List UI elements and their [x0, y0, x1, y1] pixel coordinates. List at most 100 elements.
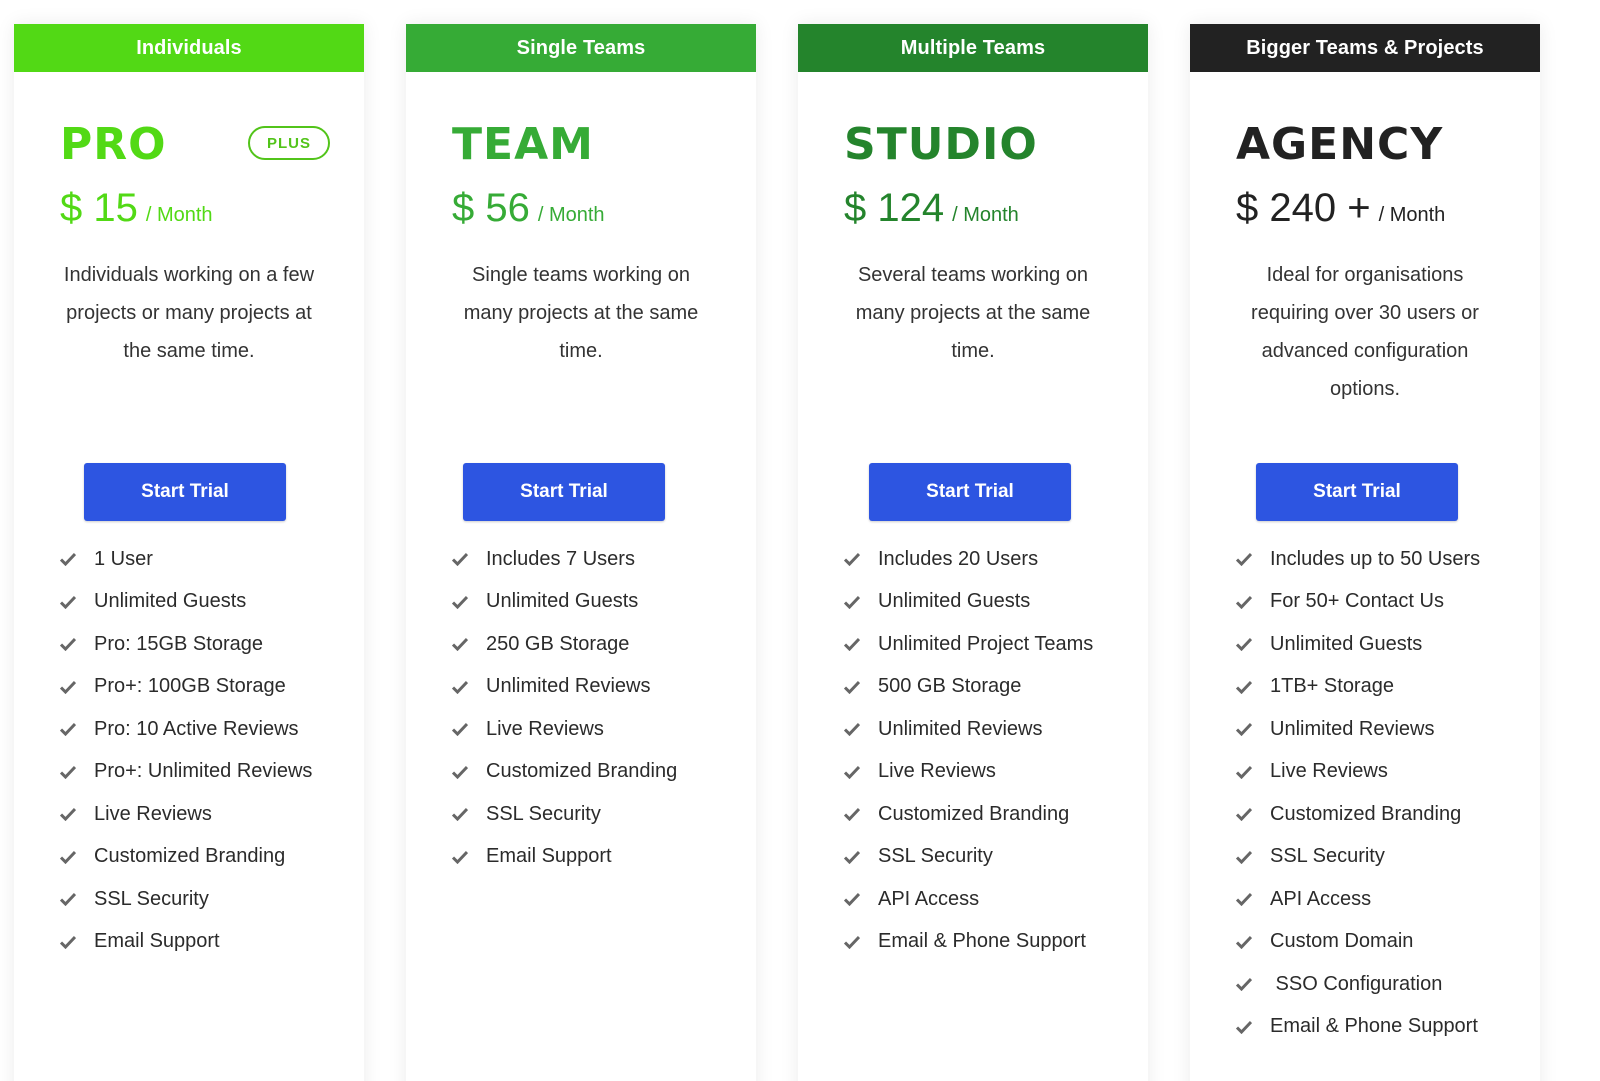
feature-label: SSL Security — [878, 845, 993, 868]
plan-name: TEAM — [452, 119, 594, 170]
feature-item: SSO Configuration — [1236, 963, 1480, 1006]
feature-item: Live Reviews — [452, 708, 677, 751]
check-icon — [60, 722, 76, 737]
price-amount: $ 56 — [452, 186, 530, 230]
feature-list: Includes 7 Users Unlimited Guests 250 GB… — [452, 538, 677, 878]
check-icon — [60, 637, 76, 652]
feature-label: Pro: 10 Active Reviews — [94, 717, 299, 740]
plan-category-header: Single Teams — [406, 24, 756, 72]
feature-item: Includes up to 50 Users — [1236, 538, 1480, 581]
feature-label: 500 GB Storage — [878, 675, 1022, 698]
plan-description: Several teams working on many projects a… — [855, 264, 1091, 362]
check-icon — [1236, 637, 1252, 652]
start-trial-button[interactable]: Start Trial — [463, 463, 665, 521]
check-icon — [844, 595, 860, 609]
feature-item: SSL Security — [1236, 836, 1480, 879]
feature-label: 250 GB Storage — [486, 632, 630, 655]
feature-list: Includes up to 50 Users For 50+ Contact … — [1236, 538, 1480, 1048]
check-icon — [1236, 1020, 1252, 1034]
feature-item: Unlimited Guests — [1236, 623, 1480, 666]
feature-item: Pro: 15GB Storage — [60, 623, 312, 666]
feature-item: Customized Branding — [60, 836, 312, 879]
feature-item: Email Support — [60, 921, 312, 964]
plan-description: Single teams working on many projects at… — [463, 264, 699, 362]
feature-label: API Access — [878, 887, 980, 910]
feature-item: Customized Branding — [844, 793, 1093, 836]
feature-label: Customized Branding — [94, 845, 286, 868]
feature-label: Unlimited Guests — [94, 590, 247, 613]
feature-item: Live Reviews — [844, 751, 1093, 794]
feature-label: Pro+: 100GB Storage — [94, 675, 286, 698]
feature-item: Unlimited Reviews — [844, 708, 1093, 751]
price-row: $ 240 + / Month — [1236, 186, 1445, 231]
plan-card-team: Single Teams TEAM $ 56 / Month Single te… — [406, 24, 756, 1081]
check-icon — [844, 680, 860, 694]
check-icon — [452, 850, 468, 864]
check-icon — [60, 807, 76, 822]
feature-label: Customized Branding — [878, 802, 1070, 825]
check-icon — [1236, 935, 1252, 949]
check-icon — [1236, 807, 1252, 822]
check-icon — [60, 595, 76, 609]
feature-item: Pro+: 100GB Storage — [60, 666, 312, 709]
feature-label: Email Support — [94, 930, 220, 953]
plan-card-pro: Individuals PRO PLUS $ 15 / Month Indivi… — [14, 24, 364, 1081]
feature-label: Live Reviews — [94, 802, 212, 825]
feature-label: Custom Domain — [1270, 930, 1414, 953]
check-icon — [60, 765, 76, 779]
feature-item: Live Reviews — [60, 793, 312, 836]
check-icon — [844, 722, 860, 737]
check-icon — [1236, 977, 1252, 992]
feature-item: 1TB+ Storage — [1236, 666, 1480, 709]
feature-label: Unlimited Guests — [1270, 632, 1423, 655]
feature-item: Customized Branding — [1236, 793, 1480, 836]
feature-item: 500 GB Storage — [844, 666, 1093, 709]
feature-label: Unlimited Guests — [878, 590, 1031, 613]
plan-name: AGENCY — [1236, 119, 1444, 170]
plan-card-agency: Bigger Teams & Projects AGENCY $ 240 + /… — [1190, 24, 1540, 1081]
check-icon — [844, 807, 860, 822]
start-trial-button[interactable]: Start Trial — [1256, 463, 1458, 521]
feature-item: Email Support — [452, 836, 677, 879]
feature-label: SSO Configuration — [1270, 972, 1443, 995]
feature-label: API Access — [1270, 887, 1372, 910]
check-icon — [844, 552, 860, 567]
price-amount: $ 15 — [60, 186, 138, 230]
feature-label: Includes up to 50 Users — [1270, 547, 1481, 570]
feature-item: Unlimited Guests — [844, 581, 1093, 624]
check-icon — [844, 935, 860, 949]
start-trial-button[interactable]: Start Trial — [869, 463, 1071, 521]
check-icon — [452, 722, 468, 737]
feature-label: Pro: 15GB Storage — [94, 632, 263, 655]
feature-item: API Access — [1236, 878, 1480, 921]
check-icon — [1236, 552, 1252, 567]
plan-card-studio: Multiple Teams STUDIO $ 124 / Month Seve… — [798, 24, 1148, 1081]
check-icon — [844, 637, 860, 652]
check-icon — [1236, 722, 1252, 737]
feature-label: Live Reviews — [486, 717, 604, 740]
feature-label: Includes 20 Users — [878, 547, 1039, 570]
price-amount: $ 240 + — [1236, 186, 1371, 230]
feature-item: 1 User — [60, 538, 312, 581]
start-trial-button[interactable]: Start Trial — [84, 463, 286, 521]
feature-item: Email & Phone Support — [1236, 1006, 1480, 1049]
feature-item: Custom Domain — [1236, 921, 1480, 964]
feature-list: 1 User Unlimited Guests Pro: 15GB Storag… — [60, 538, 312, 963]
check-icon — [452, 552, 468, 567]
check-icon — [1236, 765, 1252, 779]
feature-label: Email & Phone Support — [1270, 1015, 1478, 1038]
feature-label: Pro+: Unlimited Reviews — [94, 760, 313, 783]
feature-label: Email & Phone Support — [878, 930, 1086, 953]
feature-label: Unlimited Reviews — [486, 675, 651, 698]
feature-item: Pro+: Unlimited Reviews — [60, 751, 312, 794]
plan-description: Ideal for organisations requiring over 3… — [1251, 264, 1479, 400]
feature-label: Includes 7 Users — [486, 547, 635, 570]
price-amount: $ 124 — [844, 186, 945, 230]
plan-name: STUDIO — [844, 119, 1038, 170]
check-icon — [452, 595, 468, 609]
feature-item: Pro: 10 Active Reviews — [60, 708, 312, 751]
feature-label: Live Reviews — [878, 760, 996, 783]
feature-label: 1TB+ Storage — [1270, 675, 1394, 698]
feature-item: Unlimited Project Teams — [844, 623, 1093, 666]
feature-label: SSL Security — [1270, 845, 1385, 868]
